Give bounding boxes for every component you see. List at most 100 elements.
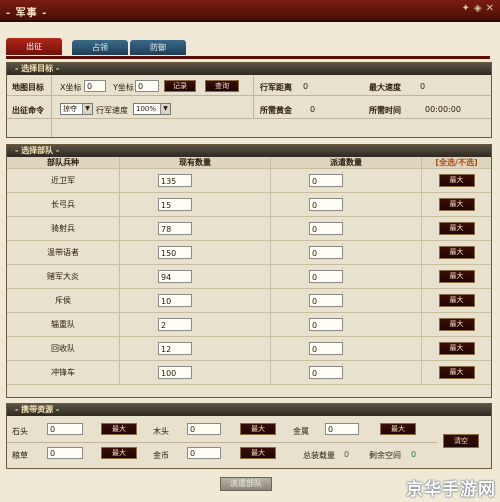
metal-input[interactable]: 0 (325, 423, 359, 435)
troop-name: 骑射兵 (7, 216, 120, 241)
troop-have-input[interactable]: 100 (158, 366, 192, 379)
divider (51, 75, 52, 137)
troop-send-input[interactable]: 0 (309, 222, 343, 235)
troop-name: 长弓兵 (7, 192, 120, 217)
gear-icon[interactable]: ✦ (462, 3, 470, 14)
col-have: 现有数量 (119, 157, 271, 169)
gold-label: 所需黄金 (260, 106, 292, 115)
march-speed-select[interactable]: 100% ▼ (133, 103, 171, 115)
troop-send-input[interactable]: 0 (309, 174, 343, 187)
table-row: 斥侯 10 0 最大 (7, 288, 491, 313)
table-row: 骑射兵 78 0 最大 (7, 216, 491, 241)
col-send: 派遣数量 (270, 157, 422, 169)
max-button[interactable]: 最大 (438, 222, 475, 235)
troops-table: 部队兵种 现有数量 派遣数量 [全选/不选] 近卫军 135 0 最大 长弓兵 … (7, 157, 491, 385)
y-coord-input[interactable]: 0 (135, 80, 159, 92)
query-button[interactable]: 查询 (205, 80, 239, 92)
divider (7, 442, 437, 443)
divider (7, 118, 491, 119)
total-load-label: 总装载量 (303, 451, 335, 460)
select-all-link[interactable]: [全选/不选] (421, 157, 491, 169)
max-button[interactable]: 最大 (438, 342, 475, 355)
tab-defense[interactable]: 防御 (130, 40, 186, 55)
max-button[interactable]: 最大 (438, 294, 475, 307)
table-row: 回收队 12 0 最大 (7, 336, 491, 361)
table-row: 温带语者 150 0 最大 (7, 240, 491, 265)
max-button[interactable]: 最大 (438, 246, 475, 259)
clear-button[interactable]: 清空 (443, 434, 479, 448)
col-type: 部队兵种 (7, 157, 120, 169)
max-button[interactable]: 最大 (438, 174, 475, 187)
troop-send-input[interactable]: 0 (309, 318, 343, 331)
dispatch-troops-button[interactable]: 派遣部队 (220, 477, 272, 491)
map-target-label: 地图目标 (12, 83, 44, 92)
watermark-logo: 京华手游网 (406, 480, 496, 500)
max-speed-value: 0 (420, 82, 426, 91)
max-button[interactable]: 最大 (438, 366, 475, 379)
troop-name: 辎重队 (7, 312, 120, 337)
command-select[interactable]: 掠夺 ▼ (60, 103, 93, 115)
troops-panel: - 选择部队 - 部队兵种 现有数量 派遣数量 [全选/不选] 近卫军 135 … (6, 144, 492, 398)
troop-have-input[interactable]: 15 (158, 198, 192, 211)
distance-value: 0 (303, 82, 309, 91)
close-icon[interactable]: ✕ (486, 3, 494, 14)
gold-coin-input[interactable]: 0 (187, 447, 221, 459)
troop-have-input[interactable]: 10 (158, 294, 192, 307)
chevron-down-icon: ▼ (82, 104, 92, 114)
metal-max-button[interactable]: 最大 (380, 423, 416, 435)
chevron-down-icon: ▼ (160, 104, 170, 114)
select-all-label[interactable]: [全选/不选] (435, 158, 477, 167)
x-coord-input[interactable]: 0 (84, 80, 106, 92)
march-speed-label: 行军速度 (96, 106, 128, 115)
table-row: 冲锋车 100 0 最大 (7, 360, 491, 385)
food-max-button[interactable]: 最大 (101, 447, 137, 459)
troop-name: 近卫军 (7, 168, 120, 193)
troops-table-header: 部队兵种 现有数量 派遣数量 [全选/不选] (7, 157, 491, 169)
wood-max-button[interactable]: 最大 (240, 423, 276, 435)
minimize-icon[interactable]: ◈ (474, 3, 482, 14)
march-speed-value: 100% (136, 105, 157, 113)
troop-send-input[interactable]: 0 (309, 294, 343, 307)
remaining-space-label: 剩余空间 (369, 451, 401, 460)
divider (7, 95, 491, 96)
troop-have-input[interactable]: 2 (158, 318, 192, 331)
table-row: 赌军大炎 94 0 最大 (7, 264, 491, 289)
max-button[interactable]: 最大 (438, 198, 475, 211)
tab-occupy[interactable]: 占领 (72, 40, 128, 55)
target-panel: - 选择目标 - 地图目标 X坐标 0 Y坐标 0 记录 查询 行军距离 0 最… (6, 62, 492, 138)
titlebar-controls: ✦ ◈ ✕ (458, 3, 494, 14)
tab-expedition[interactable]: 出征 (6, 38, 62, 55)
troop-have-input[interactable]: 12 (158, 342, 192, 355)
troop-have-input[interactable]: 150 (158, 246, 192, 259)
resources-heading: - 携带资源 - (7, 404, 491, 416)
stone-max-button[interactable]: 最大 (101, 423, 137, 435)
total-load-value: 0 (344, 450, 350, 459)
troop-send-input[interactable]: 0 (309, 198, 343, 211)
wood-label: 木头 (153, 427, 169, 436)
troop-have-input[interactable]: 135 (158, 174, 192, 187)
command-label: 出征命令 (12, 106, 44, 115)
troops-heading: - 选择部队 - (7, 145, 491, 157)
x-coord-label: X坐标 (60, 83, 82, 92)
window-titlebar: - 军事 - ✦ ◈ ✕ (0, 0, 500, 22)
troop-send-input[interactable]: 0 (309, 246, 343, 259)
troop-send-input[interactable]: 0 (309, 366, 343, 379)
y-coord-label: Y坐标 (113, 83, 134, 92)
gold-coin-max-button[interactable]: 最大 (240, 447, 276, 459)
troop-send-input[interactable]: 0 (309, 270, 343, 283)
table-row: 辎重队 2 0 最大 (7, 312, 491, 337)
resources-panel: - 携带资源 - 石头 0 最大 木头 0 最大 金属 0 最大 粮草 0 最大… (6, 403, 492, 469)
gold-coin-label: 金币 (153, 451, 169, 460)
gold-value: 0 (310, 105, 316, 114)
max-button[interactable]: 最大 (438, 318, 475, 331)
troop-name: 斥侯 (7, 288, 120, 313)
food-input[interactable]: 0 (47, 447, 83, 459)
troop-have-input[interactable]: 78 (158, 222, 192, 235)
table-row: 近卫军 135 0 最大 (7, 168, 491, 193)
troop-send-input[interactable]: 0 (309, 342, 343, 355)
max-button[interactable]: 最大 (438, 270, 475, 283)
troop-have-input[interactable]: 94 (158, 270, 192, 283)
record-button[interactable]: 记录 (164, 80, 196, 92)
stone-input[interactable]: 0 (47, 423, 83, 435)
wood-input[interactable]: 0 (187, 423, 221, 435)
